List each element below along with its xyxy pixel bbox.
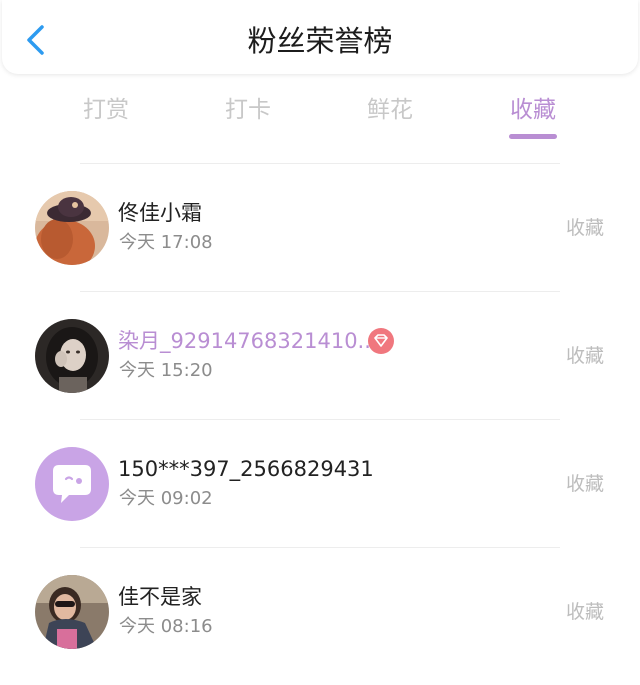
chat-bubble-avatar-icon <box>35 447 109 521</box>
action-label: 收藏 <box>565 473 604 495</box>
tab-flowers[interactable]: 鲜花 <box>330 90 450 130</box>
fan-time: 今天 09:02 <box>119 488 213 509</box>
fan-time: 今天 17:08 <box>119 232 213 253</box>
action-label: 收藏 <box>565 601 604 623</box>
divider <box>80 419 560 420</box>
tab-checkin[interactable]: 打卡 <box>188 90 308 130</box>
fan-name: 染月_92914768321410... <box>118 329 378 353</box>
diamond-icon <box>368 328 394 354</box>
action-label: 收藏 <box>565 217 604 239</box>
fan-time: 今天 15:20 <box>119 360 213 381</box>
divider <box>80 547 560 548</box>
fan-name: 150***397_2566829431 <box>118 457 374 481</box>
avatar[interactable] <box>35 447 109 521</box>
tab-reward[interactable]: 打赏 <box>46 90 166 130</box>
fan-name: 佳不是家 <box>118 585 202 609</box>
fan-name: 佟佳小霜 <box>118 201 202 225</box>
tab-bar: 打赏 打卡 鲜花 收藏 <box>0 90 640 150</box>
avatar[interactable] <box>35 319 109 393</box>
list-item[interactable]: 佳不是家 今天 08:16 收藏 <box>0 557 640 685</box>
list-item[interactable]: 佟佳小霜 今天 17:08 收藏 <box>0 173 640 301</box>
action-label: 收藏 <box>565 345 604 367</box>
list-item[interactable]: 染月_92914768321410... 今天 15:20 收藏 <box>0 301 640 429</box>
photo-avatar-girl-icon <box>35 319 109 393</box>
fan-time: 今天 08:16 <box>119 616 213 637</box>
page-title: 粉丝荣誉榜 <box>247 24 393 58</box>
avatar[interactable] <box>35 575 109 649</box>
active-tab-indicator <box>509 134 557 139</box>
photo-avatar-sunglasses-icon <box>35 575 109 649</box>
top-bar: 粉丝荣誉榜 <box>2 0 638 74</box>
divider <box>80 291 560 292</box>
divider <box>80 163 560 164</box>
list-item[interactable]: 150***397_2566829431 今天 09:02 收藏 <box>0 429 640 557</box>
photo-avatar-hat-icon <box>35 191 109 265</box>
tab-favorites[interactable]: 收藏 <box>473 90 593 130</box>
avatar[interactable] <box>35 191 109 265</box>
